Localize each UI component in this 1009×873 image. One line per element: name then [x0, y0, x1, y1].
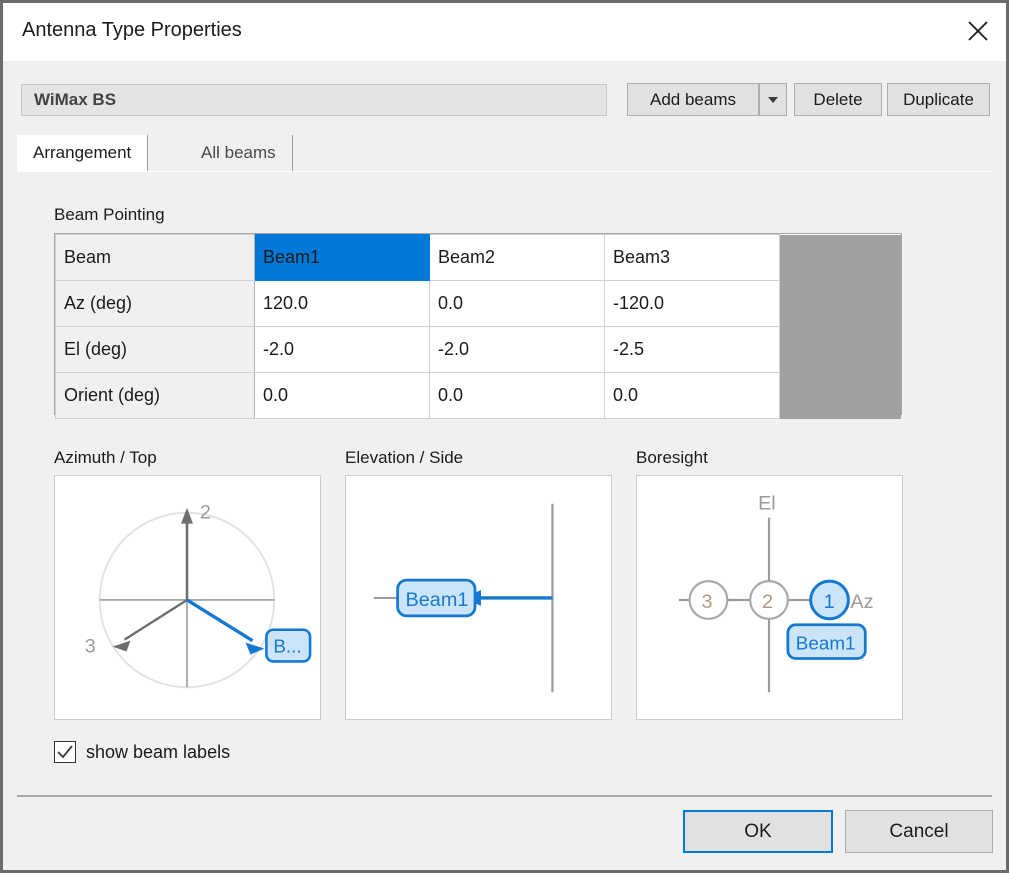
row-header-az: Az (deg) [55, 280, 255, 327]
azimuth-beam3-number: 3 [85, 636, 96, 658]
arrangement-panel: Beam Pointing Beam Beam1 Beam2 Beam3 Az … [17, 171, 992, 780]
table-row[interactable]: Az (deg) 120.0 0.0 -120.0 [55, 280, 902, 327]
cell-beam3-el[interactable]: -2.5 [604, 326, 780, 373]
duplicate-label: Duplicate [903, 89, 974, 109]
delete-label: Delete [813, 89, 863, 109]
cell-beam1-orient[interactable]: 0.0 [254, 372, 430, 419]
azimuth-beam2-number: 2 [200, 502, 211, 524]
show-beam-labels-checkbox[interactable] [54, 741, 76, 763]
dialog-body: WiMax BS Add beams Delete Duplicate Arra… [3, 61, 1006, 870]
window-title: Antenna Type Properties [22, 19, 242, 41]
add-beams-button[interactable]: Add beams [627, 83, 759, 116]
delete-button[interactable]: Delete [794, 83, 882, 116]
close-icon[interactable] [950, 3, 1006, 59]
antenna-name-field[interactable]: WiMax BS [21, 84, 607, 116]
cell-beam2-el[interactable]: -2.0 [429, 326, 605, 373]
cell-beam3-az[interactable]: -120.0 [604, 280, 780, 327]
table-row[interactable]: Orient (deg) 0.0 0.0 0.0 [55, 372, 902, 419]
boresight-diagram[interactable]: El Az 3 2 1 Beam1 [636, 475, 903, 720]
beam-pointing-group-label: Beam Pointing [54, 205, 165, 224]
cancel-button[interactable]: Cancel [845, 810, 993, 853]
check-icon [57, 745, 73, 759]
boresight-node-1: 1 [824, 591, 835, 613]
row-header-beam: Beam [55, 234, 255, 281]
antenna-name-value: WiMax BS [34, 90, 117, 109]
table-empty-filler [779, 234, 901, 419]
boresight-diagram-label: Boresight [636, 448, 708, 467]
boresight-node-2: 2 [762, 591, 773, 613]
cell-beam1-name[interactable]: Beam1 [254, 234, 430, 281]
tab-strip: Arrangement All beams [17, 135, 992, 171]
azimuth-beam1-chip-label: B... [273, 636, 301, 657]
cancel-label: Cancel [889, 820, 949, 842]
ok-button[interactable]: OK [683, 810, 833, 853]
azimuth-diagram-label: Azimuth / Top [54, 448, 157, 467]
footer-separator [17, 795, 992, 797]
duplicate-button[interactable]: Duplicate [887, 83, 990, 116]
tab-all-beams[interactable]: All beams [185, 135, 293, 171]
table-row[interactable]: El (deg) -2.0 -2.0 -2.5 [55, 326, 902, 373]
cell-beam3-name[interactable]: Beam3 [604, 234, 780, 281]
row-header-orient: Orient (deg) [55, 372, 255, 419]
show-beam-labels-label: show beam labels [86, 741, 231, 762]
add-beams-label: Add beams [650, 89, 736, 109]
tab-arrangement[interactable]: Arrangement [17, 135, 149, 171]
antenna-type-properties-dialog: Antenna Type Properties WiMax BS Add bea… [0, 0, 1009, 873]
boresight-node-3: 3 [702, 591, 713, 613]
elevation-diagram-label: Elevation / Side [345, 448, 464, 467]
cell-beam3-orient[interactable]: 0.0 [604, 372, 780, 419]
row-header-el: El (deg) [55, 326, 255, 373]
show-beam-labels-row[interactable]: show beam labels [54, 741, 230, 763]
cell-beam2-orient[interactable]: 0.0 [429, 372, 605, 419]
chevron-down-icon [768, 96, 778, 103]
beam-pointing-table[interactable]: Beam Beam1 Beam2 Beam3 Az (deg) 120.0 0.… [54, 233, 902, 419]
table-row[interactable]: Beam Beam1 Beam2 Beam3 [55, 234, 901, 419]
azimuth-diagram[interactable]: 2 3 B... [54, 475, 321, 720]
cell-beam1-el[interactable]: -2.0 [254, 326, 430, 373]
add-beams-dropdown-button[interactable] [759, 83, 787, 116]
ok-label: OK [744, 820, 772, 842]
title-bar: Antenna Type Properties [3, 3, 1006, 61]
cell-beam2-az[interactable]: 0.0 [429, 280, 605, 327]
boresight-az-axis-label: Az [850, 591, 873, 613]
cell-beam1-az[interactable]: 120.0 [254, 280, 430, 327]
tab-arrangement-label: Arrangement [33, 143, 132, 162]
boresight-el-axis-label: El [758, 493, 776, 515]
tab-all-beams-label: All beams [201, 143, 276, 162]
cell-beam2-name[interactable]: Beam2 [429, 234, 605, 281]
boresight-beam1-chip-label: Beam1 [796, 633, 856, 654]
elevation-beam1-chip-label: Beam1 [406, 589, 469, 611]
elevation-diagram[interactable]: Beam1 [345, 475, 612, 720]
